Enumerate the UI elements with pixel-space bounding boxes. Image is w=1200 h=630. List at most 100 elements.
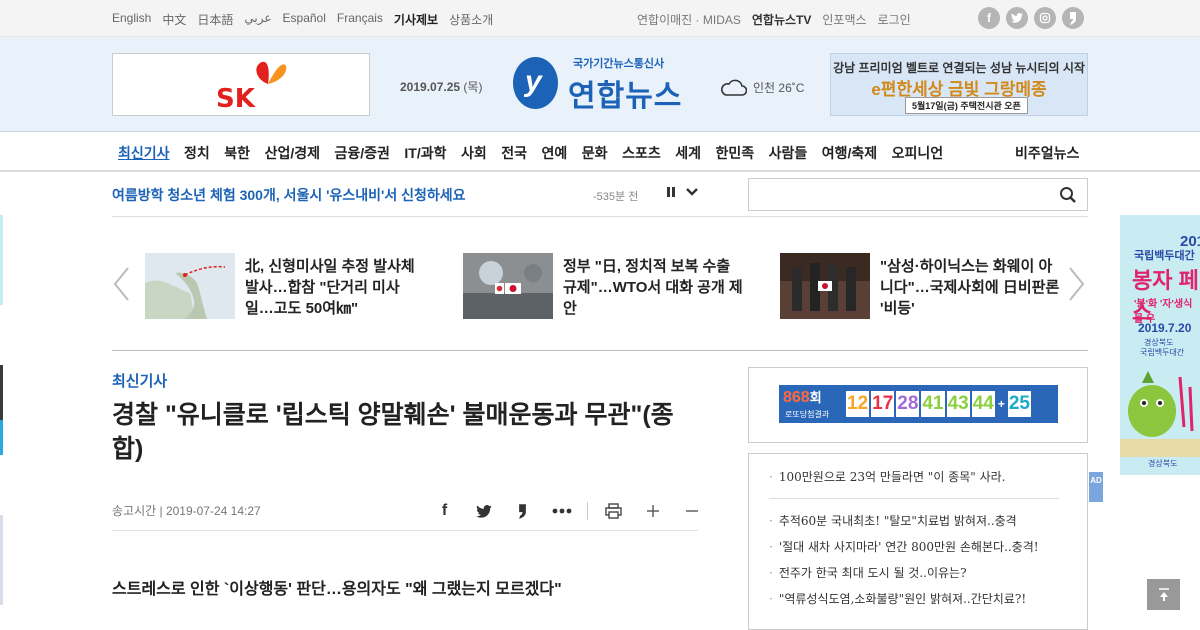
nav-item-visual-news[interactable]: 비주얼뉴스 (1015, 143, 1079, 163)
nav-item-it-science[interactable]: IT/과학 (404, 143, 446, 163)
yonhap-share-icon[interactable] (503, 499, 542, 523)
arrow-up-icon (1158, 588, 1169, 601)
nav-item-economy[interactable]: 산업/경제 (265, 143, 320, 163)
login-link[interactable]: 로그인 (878, 11, 911, 28)
published-time: 송고시간 | 2019-07-24 14:27 (112, 504, 261, 518)
sk-logo-text: SK (216, 84, 255, 114)
missile-map-thumbnail (145, 253, 235, 319)
yonhap-tv-link[interactable]: 연합뉴스TV (752, 11, 812, 28)
headline-card[interactable]: "삼성·하이닉스는 화웨이 아니다"…국제사회에 日비판론 '비등' (780, 253, 1065, 323)
lotto-number: 17 (871, 391, 895, 417)
logo-subtitle: 국가기간뉴스통신사 (573, 58, 665, 70)
sk-banner-ad[interactable]: SK (112, 53, 370, 116)
divider (112, 216, 1088, 217)
left-ad-strip (0, 365, 3, 420)
nav-item-entertainment[interactable]: 연예 (542, 143, 568, 163)
parliament-thumbnail (780, 253, 870, 319)
search-icon[interactable] (1059, 186, 1077, 204)
ad-date: 2019.7.20 (1138, 321, 1192, 335)
divider (112, 530, 698, 531)
nav-item-culture[interactable]: 문화 (582, 143, 608, 163)
news-tip-link[interactable]: 기사제보 (394, 11, 438, 28)
sponsored-news-item[interactable]: 100만원으로 23억 만들라면 "이 종목" 사라. (769, 468, 1006, 485)
lang-spanish[interactable]: Español (283, 11, 326, 28)
festival-side-ad[interactable]: 2019 국립백두대간 봉자 페스 '봉'화 '자'생식물 우 2019.7.2… (1120, 215, 1200, 475)
nav-items: 최신기사 정치 북한 산업/경제 금융/증권 IT/과학 사회 전국 연예 문화… (118, 143, 958, 163)
nav-item-people[interactable]: 사람들 (769, 143, 808, 163)
utility-links: 연합이매진 · MIDAS 연합뉴스TV 인포맥스 로그인 (637, 11, 922, 28)
nav-item-world[interactable]: 세계 (675, 143, 701, 163)
infomax-link[interactable]: 인포맥스 (822, 11, 866, 28)
ad-bottom-text: 경상북도 (1148, 459, 1178, 468)
yonhap-logo[interactable]: y 국가기간뉴스통신사 연합뉴스 (513, 55, 693, 115)
top-utility-bar: English 中文 日本語 عربي Español Français 기사제… (0, 0, 1200, 37)
lang-english[interactable]: English (112, 11, 151, 28)
sponsored-news-list: 100만원으로 23억 만들라면 "이 종목" 사라. 추적60분 국내최초! … (748, 453, 1088, 630)
nav-item-society[interactable]: 사회 (461, 143, 487, 163)
pause-icon[interactable] (665, 186, 677, 198)
instagram-icon[interactable] (1034, 7, 1056, 29)
chevron-down-icon[interactable] (685, 186, 699, 198)
ticker-time: -535분 전 (593, 191, 639, 203)
left-ad-strip (0, 215, 3, 305)
ad-badge: AD (1089, 472, 1103, 502)
ad-line-3: 5월17일(금) 주택전시관 오픈 (905, 97, 1028, 114)
weekday: (목) (463, 80, 483, 94)
nav-item-korean-diaspora[interactable]: 한민족 (715, 143, 754, 163)
weather-text: 인천 26˚C (753, 80, 805, 95)
lotto-widget: 868회 로또당첨결과 12 17 28 41 43 44 + 25 (748, 367, 1088, 443)
article-subheadline: 스트레스로 인한 `이상행동' 판단…용의자도 "왜 그랬는지 모르겠다" (112, 581, 562, 598)
sponsored-news-item[interactable]: 전주가 한국 최대 도시 될 것..이유는? (769, 564, 967, 581)
headline-text: 정부 "日, 정치적 보복 수출규제"…WTO서 대화 공개 제안 (563, 258, 743, 317)
sponsored-news-item[interactable]: "역류성식도염,소화불량"원인 밝혀져..간단치료?! (769, 590, 1026, 607)
nav-item-latest[interactable]: 최신기사 (118, 143, 170, 163)
plus-sign: + (997, 397, 1005, 411)
headline-card[interactable]: 정부 "日, 정치적 보복 수출규제"…WTO서 대화 공개 제안 (463, 253, 748, 323)
wto-meeting-thumbnail (463, 253, 553, 319)
lotto-number: 28 (896, 391, 920, 417)
nav-item-politics[interactable]: 정치 (184, 143, 210, 163)
facebook-share-icon[interactable]: f (425, 499, 464, 523)
lang-french[interactable]: Français (337, 11, 383, 28)
tools-separator (587, 502, 588, 520)
more-share-icon[interactable] (542, 499, 581, 523)
lang-japanese[interactable]: 日本語 (197, 11, 233, 28)
font-increase-icon[interactable] (633, 499, 672, 523)
sponsored-news-item[interactable]: 추적60분 국내최초! "탈모"치료법 밝혀져..충격 (769, 512, 1017, 529)
twitter-share-icon[interactable] (464, 499, 503, 523)
search-input[interactable] (749, 179, 1049, 210)
nav-item-travel[interactable]: 여행/축제 (822, 143, 877, 163)
imazine-midas-link[interactable]: 연합이매진 · MIDAS (637, 11, 741, 28)
current-date: 2019.07.25 (목) (400, 78, 482, 95)
nav-item-finance[interactable]: 금융/증권 (334, 143, 389, 163)
nav-item-north-korea[interactable]: 북한 (224, 143, 250, 163)
facebook-icon[interactable]: f (978, 7, 1000, 29)
lotto-result-banner[interactable]: 868회 로또당첨결과 12 17 28 41 43 44 + 25 (779, 385, 1058, 423)
scroll-to-top-button[interactable] (1147, 579, 1180, 610)
headline-card[interactable]: 北, 신형미사일 추정 발사체 발사…합참 "단거리 미사일…고도 50여㎞" (145, 253, 430, 323)
search-box (748, 178, 1088, 211)
yonhap-icon[interactable] (1062, 7, 1084, 29)
apartment-banner-ad[interactable]: 강남 프리미엄 벨트로 연결되는 성남 뉴시티의 시작 e편한세상 금빛 그랑메… (830, 53, 1088, 116)
carousel-prev-icon[interactable] (112, 266, 132, 302)
lang-arabic[interactable]: عربي (244, 11, 271, 28)
twitter-icon[interactable] (1006, 7, 1028, 29)
article-category[interactable]: 최신기사 (112, 370, 167, 391)
lang-chinese[interactable]: 中文 (162, 11, 186, 28)
sponsored-news-item[interactable]: '절대 새차 사지마라' 연간 800만원 손해본다..충격! (769, 538, 1039, 555)
font-decrease-icon[interactable] (672, 499, 711, 523)
lotto-round: 868회 (783, 387, 822, 407)
carousel-next-icon[interactable] (1066, 266, 1086, 302)
print-icon[interactable] (594, 499, 633, 523)
left-ad-strip (0, 420, 3, 455)
products-link[interactable]: 상품소개 (449, 11, 493, 28)
lotto-number: 41 (921, 391, 945, 417)
site-header: SK 2019.07.25 (목) y 국가기간뉴스통신사 연합뉴스 인천 26… (0, 37, 1200, 132)
ad-line-1: 강남 프리미엄 벨트로 연결되는 성남 뉴시티의 시작 (833, 61, 1085, 75)
headline-text: 北, 신형미사일 추정 발사체 발사…합참 "단거리 미사일…고도 50여㎞" (245, 258, 415, 317)
nav-item-national[interactable]: 전국 (501, 143, 527, 163)
nav-item-sports[interactable]: 스포츠 (622, 143, 661, 163)
nav-item-opinion[interactable]: 오피니언 (892, 143, 944, 163)
lotto-number: 12 (846, 391, 870, 417)
breaking-news-ticker[interactable]: 여름방학 청소년 체험 300개, 서울시 '유스내비'서 신청하세요 (112, 185, 465, 205)
